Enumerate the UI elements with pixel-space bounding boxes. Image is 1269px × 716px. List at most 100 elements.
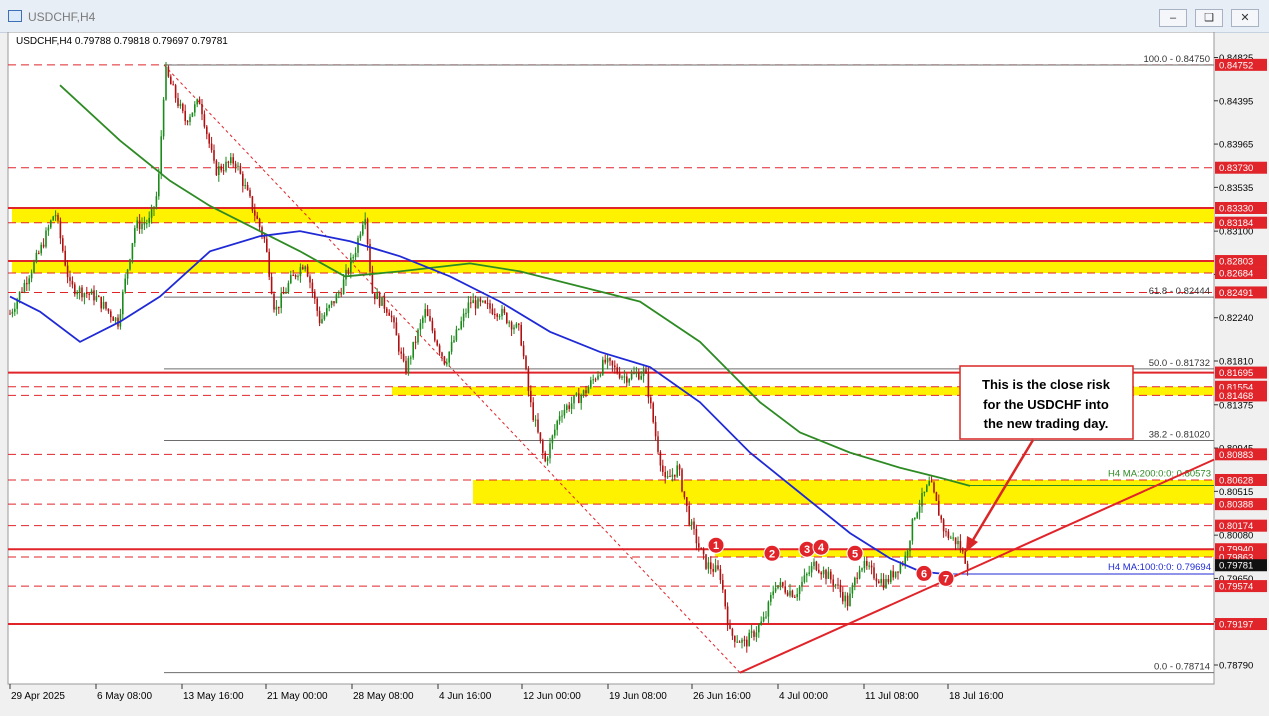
candle-body bbox=[230, 157, 232, 163]
candle-body bbox=[674, 474, 676, 477]
candle-body bbox=[350, 257, 352, 273]
candle-body bbox=[772, 591, 774, 596]
candle-body bbox=[83, 293, 86, 298]
candle-body bbox=[326, 308, 328, 316]
candle-body bbox=[940, 515, 942, 520]
candle-body bbox=[93, 290, 95, 301]
candle-body bbox=[354, 252, 357, 258]
minimize-button[interactable]: – bbox=[1159, 9, 1187, 27]
candle-body bbox=[741, 639, 743, 643]
candle-body bbox=[796, 593, 798, 598]
candle-body bbox=[520, 324, 522, 346]
candle-body bbox=[215, 160, 218, 176]
candle-body bbox=[270, 276, 273, 294]
candle-body bbox=[131, 243, 134, 260]
candle-body bbox=[861, 568, 863, 571]
candle-body bbox=[690, 521, 693, 525]
candle-body bbox=[678, 465, 681, 470]
candle-body bbox=[246, 184, 249, 191]
candle-body bbox=[534, 419, 537, 421]
candle-body bbox=[959, 540, 962, 551]
candle-body bbox=[174, 85, 177, 99]
candle-body bbox=[417, 329, 419, 343]
candle-body bbox=[880, 579, 882, 584]
candle-body bbox=[381, 296, 383, 306]
candle-body bbox=[918, 506, 921, 513]
candle-body bbox=[371, 271, 374, 294]
y-tick-label: 0.84395 bbox=[1219, 96, 1253, 107]
candle-body bbox=[477, 298, 479, 309]
candle-body bbox=[618, 373, 621, 378]
candle-body bbox=[686, 497, 688, 506]
candle-body bbox=[414, 341, 417, 343]
candle-body bbox=[460, 321, 462, 329]
candle-body bbox=[827, 571, 830, 579]
candle-body bbox=[225, 161, 227, 171]
candle-body bbox=[582, 390, 585, 396]
candle-body bbox=[412, 341, 414, 358]
candle-body bbox=[539, 432, 542, 442]
candle-body bbox=[54, 215, 57, 217]
price-box: 0.83330 bbox=[1215, 201, 1267, 214]
price-box: 0.80174 bbox=[1215, 519, 1267, 532]
price-box-label: 0.83730 bbox=[1219, 163, 1253, 174]
candle-body bbox=[866, 561, 868, 566]
restore-button[interactable]: ❑ bbox=[1195, 9, 1223, 27]
x-tick-label: 21 May 00:00 bbox=[267, 691, 328, 702]
candle-body bbox=[510, 322, 513, 330]
x-tick-label: 11 Jul 08:00 bbox=[865, 691, 919, 702]
candle-body bbox=[568, 405, 570, 409]
candle-body bbox=[179, 103, 182, 107]
candle-body bbox=[738, 641, 741, 643]
close-button[interactable]: ✕ bbox=[1231, 9, 1259, 27]
candle-body bbox=[141, 223, 143, 230]
candle-body bbox=[273, 293, 275, 310]
candle-body bbox=[921, 493, 923, 507]
candle-body bbox=[446, 362, 448, 365]
candle-body bbox=[518, 323, 520, 325]
candle-body bbox=[698, 543, 700, 548]
candle-body bbox=[854, 577, 856, 586]
marker-label-2: 2 bbox=[769, 548, 775, 560]
x-tick-label: 4 Jun 16:00 bbox=[439, 691, 492, 702]
candle-body bbox=[129, 259, 131, 270]
candle-body bbox=[290, 274, 292, 284]
candle-body bbox=[347, 269, 350, 273]
candle-body bbox=[47, 227, 50, 231]
candle-body bbox=[21, 291, 23, 293]
candle-body bbox=[638, 372, 640, 380]
candle-body bbox=[714, 565, 717, 572]
candle-body bbox=[938, 500, 940, 516]
fib-label: 100.0 - 0.84750 bbox=[1143, 54, 1210, 65]
y-tick-label: 0.83535 bbox=[1219, 183, 1253, 194]
candle-body bbox=[213, 150, 215, 161]
candle-body bbox=[777, 585, 779, 589]
candle-body bbox=[784, 586, 786, 593]
candle-body bbox=[530, 390, 532, 403]
candle-body bbox=[86, 293, 88, 295]
price-chart[interactable]: 100.0 - 0.84750 61.8 - 0.82444 50.0 - 0.81… bbox=[0, 32, 1269, 716]
candle-body bbox=[107, 308, 110, 312]
candle-body bbox=[779, 582, 782, 586]
candle-body bbox=[561, 415, 563, 417]
candle-body bbox=[81, 287, 83, 298]
candle-body bbox=[630, 373, 633, 380]
candle-body bbox=[338, 293, 340, 295]
price-box: 0.80883 bbox=[1215, 448, 1267, 461]
candle-body bbox=[467, 302, 470, 314]
candle-body bbox=[330, 301, 333, 306]
candle-body bbox=[846, 595, 849, 607]
x-tick-label: 28 May 08:00 bbox=[353, 691, 414, 702]
candle-body bbox=[642, 369, 645, 376]
marker-label-7: 7 bbox=[943, 573, 949, 585]
candle-body bbox=[770, 595, 772, 602]
candle-body bbox=[736, 641, 738, 643]
chart-window-icon bbox=[8, 10, 22, 22]
candle-body bbox=[218, 166, 220, 176]
candle-body bbox=[885, 578, 887, 589]
candle-body bbox=[933, 482, 935, 493]
candle-body bbox=[897, 571, 899, 573]
candle-body bbox=[45, 230, 47, 247]
candle-body bbox=[724, 589, 726, 607]
candle-body bbox=[472, 300, 474, 304]
